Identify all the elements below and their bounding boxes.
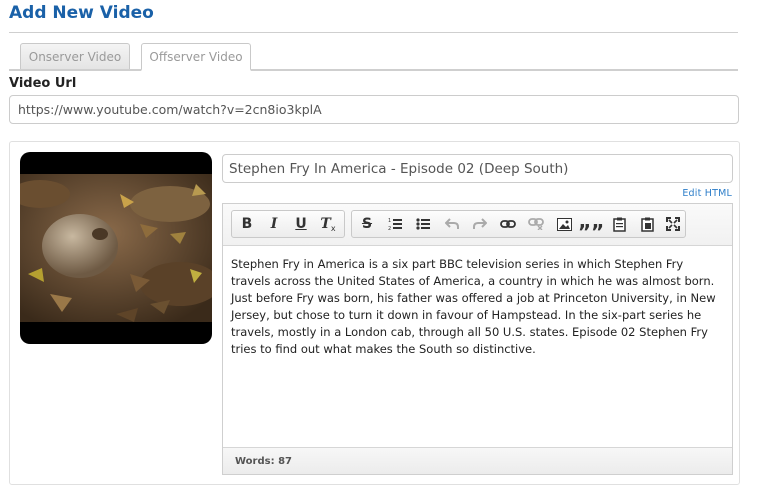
fullscreen-icon[interactable] <box>661 213 685 235</box>
svg-text:1: 1 <box>388 218 391 224</box>
link-icon[interactable] <box>496 213 520 235</box>
toolbar-group-formatting: B I U Tx <box>231 210 345 238</box>
paste-word-icon[interactable] <box>635 213 659 235</box>
unordered-list-icon[interactable] <box>411 213 435 235</box>
italic-icon[interactable]: I <box>262 213 286 235</box>
blockquote-icon[interactable]: ”” <box>578 213 604 244</box>
thumbnail-image <box>20 174 212 322</box>
bold-icon[interactable]: B <box>235 213 259 235</box>
undo-icon[interactable] <box>440 213 464 235</box>
unlink-icon[interactable] <box>524 213 548 235</box>
svg-text:2: 2 <box>388 226 391 231</box>
redo-icon[interactable] <box>468 213 492 235</box>
toolbar-group-insert: S 12 ”” <box>351 210 686 244</box>
underline-icon[interactable]: U <box>289 213 313 235</box>
editor-toolbar: B I U Tx S 12 ”” <box>223 204 732 246</box>
description-editor[interactable]: B I U Tx S 12 ”” Stephen Fry in America … <box>222 203 733 475</box>
ordered-list-icon[interactable]: 12 <box>383 213 407 235</box>
word-count: Words: 87 <box>223 447 732 474</box>
image-icon[interactable] <box>552 213 576 235</box>
video-url-label: Video Url <box>9 76 77 91</box>
remove-format-icon[interactable]: Tx <box>316 213 340 235</box>
paste-icon[interactable] <box>607 213 631 235</box>
video-title-input[interactable] <box>222 154 733 183</box>
edit-html-link[interactable]: Edit HTML <box>682 188 732 199</box>
strikethrough-icon[interactable]: S <box>355 213 379 235</box>
page-title: Add New Video <box>9 3 154 23</box>
description-text[interactable]: Stephen Fry in America is a six part BBC… <box>231 256 721 358</box>
video-thumbnail[interactable] <box>20 152 212 344</box>
tab-offserver-video[interactable]: Offserver Video <box>141 43 251 71</box>
video-url-input[interactable] <box>9 95 739 124</box>
tab-onserver-video[interactable]: Onserver Video <box>20 43 130 69</box>
title-divider <box>9 32 738 33</box>
tabs-divider <box>9 69 738 71</box>
